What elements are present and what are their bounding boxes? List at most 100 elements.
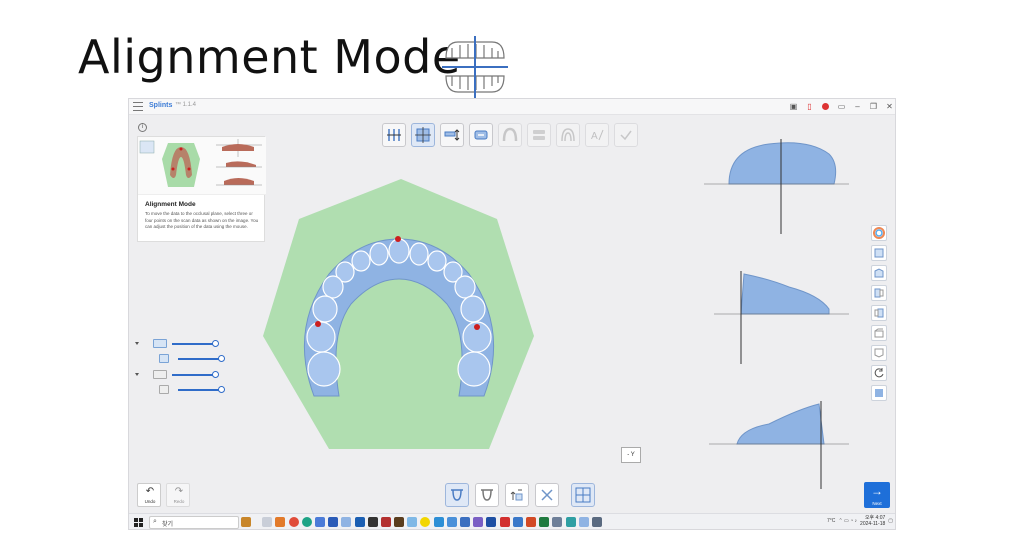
- minimize-icon[interactable]: –: [852, 101, 863, 112]
- view-bottom-icon[interactable]: [871, 345, 887, 361]
- view-back-icon[interactable]: [871, 325, 887, 341]
- lower-jaw-tool[interactable]: [475, 483, 499, 507]
- app-icon[interactable]: [499, 517, 510, 527]
- layer-row-upper-sub: [159, 354, 225, 363]
- landmark-point[interactable]: [395, 236, 401, 242]
- view-left-icon[interactable]: [871, 285, 887, 301]
- front-view: [704, 139, 849, 234]
- app-icon[interactable]: [578, 517, 589, 527]
- app-icon[interactable]: [591, 517, 602, 527]
- side-view: [714, 271, 849, 364]
- upper-jaw-icon: [153, 339, 167, 348]
- notification-icon[interactable]: ▢: [888, 518, 893, 524]
- transform-tool[interactable]: [505, 483, 529, 507]
- rotate-tool[interactable]: [535, 483, 559, 507]
- chrome-icon[interactable]: [288, 517, 299, 527]
- redo-button[interactable]: ↷ Redo: [166, 483, 190, 507]
- app-icon[interactable]: [407, 517, 418, 527]
- lower-jaw-icon: [481, 489, 493, 501]
- task-view-icon[interactable]: [262, 517, 273, 527]
- folder-icon[interactable]: [314, 517, 325, 527]
- app-icon[interactable]: [565, 517, 576, 527]
- kakao-icon[interactable]: [420, 517, 431, 527]
- app-icon[interactable]: [433, 517, 444, 527]
- lower-opacity-slider[interactable]: [172, 370, 219, 378]
- record-icon[interactable]: [822, 103, 829, 110]
- slider-knob[interactable]: [212, 370, 219, 378]
- app-icon[interactable]: [367, 517, 378, 527]
- search-icon: ⌕: [153, 518, 157, 525]
- slider-knob[interactable]: [218, 354, 225, 362]
- opacity-slider[interactable]: [178, 354, 225, 362]
- occlusal-alignment-icon: [442, 36, 508, 98]
- view-tools: [871, 225, 889, 405]
- screen-icon[interactable]: ▭: [836, 101, 847, 112]
- undo-icon: ↶: [145, 486, 155, 497]
- app-icon[interactable]: [512, 517, 523, 527]
- app-icon[interactable]: [328, 517, 339, 527]
- powerpoint-icon[interactable]: [525, 517, 536, 527]
- app-icon[interactable]: [473, 517, 484, 527]
- slider-knob[interactable]: [218, 385, 225, 393]
- tray-icons[interactable]: ⌃ ▭ ◔ ♪: [838, 518, 857, 524]
- hamburger-menu-icon[interactable]: [133, 102, 143, 111]
- app-icon[interactable]: [341, 517, 352, 527]
- app-name: Splints: [149, 102, 173, 109]
- excel-icon[interactable]: [539, 517, 550, 527]
- model-info-icon[interactable]: [871, 385, 887, 401]
- collapse-icon[interactable]: [135, 373, 139, 376]
- landmark-point[interactable]: [474, 324, 480, 330]
- app-icon[interactable]: [354, 517, 365, 527]
- app-icon[interactable]: [446, 517, 457, 527]
- color-wheel-icon[interactable]: [871, 225, 887, 241]
- clock[interactable]: 오후 4:07 2024-11-18: [860, 515, 885, 527]
- maximize-icon[interactable]: ❐: [868, 101, 879, 112]
- undo-label: Undo: [144, 499, 156, 504]
- landmark-point[interactable]: [315, 321, 321, 327]
- view-top-icon[interactable]: [871, 265, 887, 281]
- windows-taskbar: ⌕ 찾기 7°C ⌃ ▭ ◔ ♪ 오후 4:07 2024-11-18 ▢: [129, 513, 895, 529]
- rotate-icon: [541, 489, 553, 501]
- app-window: Splints ™ 1.1.4 ▣ ▯ ▭ – ❐ ✕ i Alignment …: [128, 98, 896, 530]
- next-arrow-icon: →: [871, 484, 883, 498]
- app-icon[interactable]: [486, 517, 497, 527]
- upper-jaw-icon: [451, 489, 463, 501]
- info-icon[interactable]: i: [138, 123, 147, 132]
- undo-button[interactable]: ↶ Undo: [137, 483, 161, 507]
- back-view: [709, 401, 849, 489]
- layer-icon: [159, 385, 169, 394]
- slider-knob[interactable]: [212, 339, 219, 347]
- opacity-slider[interactable]: [178, 385, 225, 393]
- app-icon[interactable]: [394, 517, 405, 527]
- upper-opacity-slider[interactable]: [172, 339, 219, 347]
- layer-row-lower: [135, 370, 219, 379]
- app-version: ™ 1.1.4: [175, 102, 197, 108]
- close-icon[interactable]: ✕: [884, 101, 895, 112]
- next-button[interactable]: → Next: [864, 482, 890, 508]
- edge-icon[interactable]: [301, 517, 312, 527]
- viewport-3d[interactable]: [129, 139, 896, 489]
- app-icon[interactable]: [552, 517, 563, 527]
- pdf-icon[interactable]: ▯: [804, 101, 815, 112]
- taskbar-search-input[interactable]: ⌕ 찾기: [149, 516, 239, 529]
- axis-direction-label: - Y: [621, 447, 641, 463]
- redo-icon: ↷: [174, 486, 184, 497]
- windows-start-icon[interactable]: [134, 518, 143, 527]
- bottom-toolbar: [445, 483, 595, 507]
- collapse-icon[interactable]: [135, 342, 139, 345]
- slide-title: Alignment Mode: [78, 30, 461, 84]
- app-icon[interactable]: [380, 517, 391, 527]
- capture-icon[interactable]: ▣: [788, 101, 799, 112]
- split-view-icon: [575, 487, 591, 503]
- split-view-tool[interactable]: [571, 483, 595, 507]
- upper-jaw-tool[interactable]: [445, 483, 469, 507]
- transform-icon: [510, 489, 523, 501]
- next-label: Next: [872, 501, 882, 506]
- reset-view-icon[interactable]: [871, 365, 887, 381]
- view-right-icon[interactable]: [871, 305, 887, 321]
- briefcase-app-icon[interactable]: [241, 517, 251, 527]
- app-icon[interactable]: [460, 517, 470, 527]
- view-front-icon[interactable]: [871, 245, 887, 261]
- weather-temp: 7°C: [827, 518, 836, 524]
- search-app-icon[interactable]: [275, 517, 286, 527]
